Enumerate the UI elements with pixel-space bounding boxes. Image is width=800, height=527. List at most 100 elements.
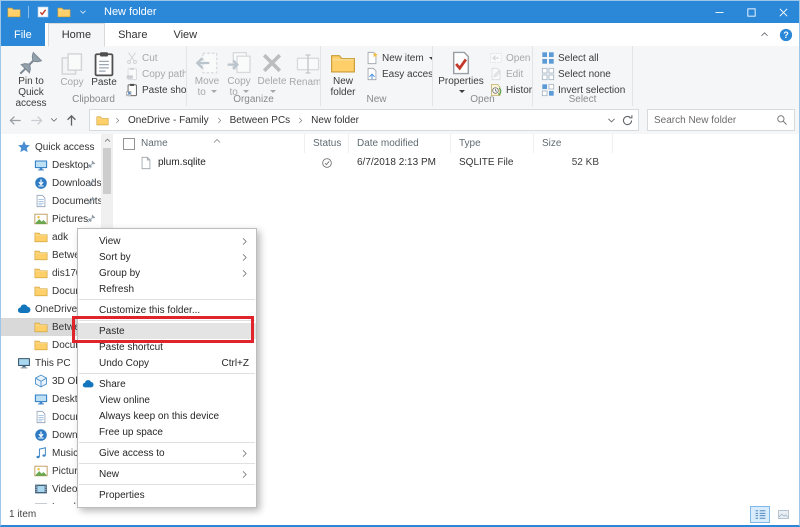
menu-item-free-up-space[interactable]: Free up space	[78, 424, 256, 440]
easy-access-icon	[365, 67, 379, 81]
delete-icon	[259, 50, 285, 76]
up-arrow-button[interactable]	[61, 109, 82, 131]
ribbon-button-new-item[interactable]: New item	[363, 50, 433, 66]
column-header-size[interactable]: Size	[534, 134, 613, 153]
ribbon-group-organize: Move to Copy to Delete RenameOrganize	[187, 46, 321, 106]
search-input[interactable]	[648, 115, 776, 126]
menu-item-give-access-to[interactable]: Give access to	[78, 445, 256, 461]
star-icon	[17, 140, 31, 154]
ribbon-button-properties[interactable]: Properties	[437, 48, 485, 94]
address-location-icon-wrap	[90, 114, 113, 127]
back-arrow-button[interactable]	[5, 109, 26, 131]
menu-item-view-online[interactable]: View online	[78, 392, 256, 408]
help-button[interactable]: ?	[779, 28, 793, 42]
minimize-button[interactable]	[703, 1, 735, 23]
minimize-ribbon-chevron-button[interactable]	[759, 29, 770, 40]
address-chevron-down-button[interactable]	[606, 115, 617, 126]
pictures-icon	[34, 464, 48, 478]
menu-item-new[interactable]: New	[78, 466, 256, 482]
search-box[interactable]	[647, 109, 795, 131]
select-all-checkbox[interactable]	[123, 138, 135, 150]
column-header-type[interactable]: Type	[451, 134, 534, 153]
menu-separator	[79, 463, 255, 464]
pinned-indicator	[87, 196, 96, 205]
close-button[interactable]	[767, 1, 799, 23]
sidebar-item-pictures[interactable]: Pictures	[1, 210, 101, 228]
forward-arrow-icon	[29, 113, 44, 128]
column-header-status[interactable]: Status	[305, 134, 349, 153]
open-icon	[489, 51, 503, 65]
crumb-chevron-icon	[113, 116, 122, 125]
item-count: 1 item	[9, 509, 36, 520]
scrollbar-up-arrow[interactable]	[101, 134, 113, 146]
file-row[interactable]: plum.sqlite6/7/2018 2:13 PMSQLITE File52…	[113, 153, 799, 172]
chevron-right-icon	[240, 449, 249, 458]
ribbon-button-label: New item	[382, 53, 424, 64]
menu-item-sort-by[interactable]: Sort by	[78, 249, 256, 265]
qat-button-properties-check[interactable]	[36, 5, 50, 19]
column-header-label: Name	[141, 138, 168, 149]
crumb-chevron-icon	[215, 116, 224, 125]
column-header-date-modified[interactable]: Date modified	[349, 134, 451, 153]
sidebar-item-desktop[interactable]: Desktop	[1, 156, 101, 174]
tab-view[interactable]: View	[160, 23, 210, 46]
help-icon: ?	[779, 28, 793, 42]
menu-item-refresh[interactable]: Refresh	[78, 281, 256, 297]
tab-share[interactable]: Share	[105, 23, 160, 46]
pc-icon	[17, 356, 31, 370]
scrollbar-thumb[interactable]	[103, 148, 111, 194]
forward-arrow-button[interactable]	[26, 109, 47, 131]
ribbon-button-new-folder[interactable]: New folder	[325, 48, 361, 94]
pinned-indicator	[87, 160, 96, 169]
ribbon-button-select-none[interactable]: Select none	[539, 66, 627, 82]
menu-item-view[interactable]: View	[78, 233, 256, 249]
sidebar-item-quick-access[interactable]: Quick access	[1, 138, 101, 156]
tab-home[interactable]: Home	[48, 23, 105, 47]
menu-item-always-keep-on-this-device[interactable]: Always keep on this device	[78, 408, 256, 424]
refresh-icon	[621, 114, 634, 127]
menu-item-share[interactable]: Share	[78, 376, 256, 392]
menu-item-label: Group by	[99, 268, 140, 279]
ribbon-button-pin-to-quick-access[interactable]: Pin to Quick access	[5, 48, 57, 94]
breadcrumb-segment[interactable]: OneDrive - Family	[122, 110, 215, 130]
menu-item-label: Paste shortcut	[99, 342, 163, 353]
menu-separator	[79, 299, 255, 300]
ribbon-button-label: Select none	[558, 69, 611, 80]
magnifier-icon	[776, 114, 788, 126]
menu-item-undo-copy[interactable]: Undo CopyCtrl+Z	[78, 355, 256, 371]
ribbon-group-clipboard: Pin to Quick accessCopyPasteCutCopy path…	[1, 46, 187, 106]
pin-icon	[87, 160, 96, 169]
menu-item-properties[interactable]: Properties	[78, 487, 256, 503]
breadcrumb-segment[interactable]: Between PCs	[224, 110, 297, 130]
chevron-down-button[interactable]	[47, 109, 61, 131]
sidebar-item-documents[interactable]: Documents	[1, 192, 101, 210]
tab-file[interactable]: File	[1, 23, 45, 46]
dropdown-caret-icon	[211, 90, 217, 93]
column-header-label: Size	[542, 138, 561, 149]
breadcrumb-segment[interactable]: New folder	[305, 110, 365, 130]
folder-icon	[96, 114, 109, 127]
ribbon-button-paste[interactable]: Paste	[87, 48, 121, 94]
details-view-button[interactable]	[750, 506, 770, 523]
ribbon-button-select-all[interactable]: Select all	[539, 50, 627, 66]
menu-item-group-by[interactable]: Group by	[78, 265, 256, 281]
properties-icon	[448, 50, 474, 76]
menu-separator	[79, 373, 255, 374]
thumbnails-view-button[interactable]	[773, 506, 793, 523]
sidebar-item-downloads[interactable]: Downloads	[1, 174, 101, 192]
chevron-down-icon	[49, 115, 59, 125]
submenu-arrow-icon	[240, 449, 249, 458]
ribbon-group-label: Clipboard	[1, 94, 186, 106]
search-icon-wrap[interactable]	[776, 114, 794, 126]
column-header-name[interactable]: Name	[113, 134, 305, 153]
pictures-icon	[34, 212, 48, 226]
maximize-button[interactable]	[735, 1, 767, 23]
address-bar[interactable]: OneDrive - Family Between PCs New folder	[89, 109, 639, 131]
address-refresh-button[interactable]	[621, 114, 634, 127]
dropdown-caret-icon	[270, 90, 276, 93]
window-controls	[703, 1, 799, 23]
qat-button-qat-chevron-down[interactable]	[78, 7, 88, 17]
ribbon-button-easy-access[interactable]: Easy access	[363, 66, 433, 82]
qat-button-folder[interactable]	[57, 5, 71, 19]
chevron-right-icon	[240, 470, 249, 479]
